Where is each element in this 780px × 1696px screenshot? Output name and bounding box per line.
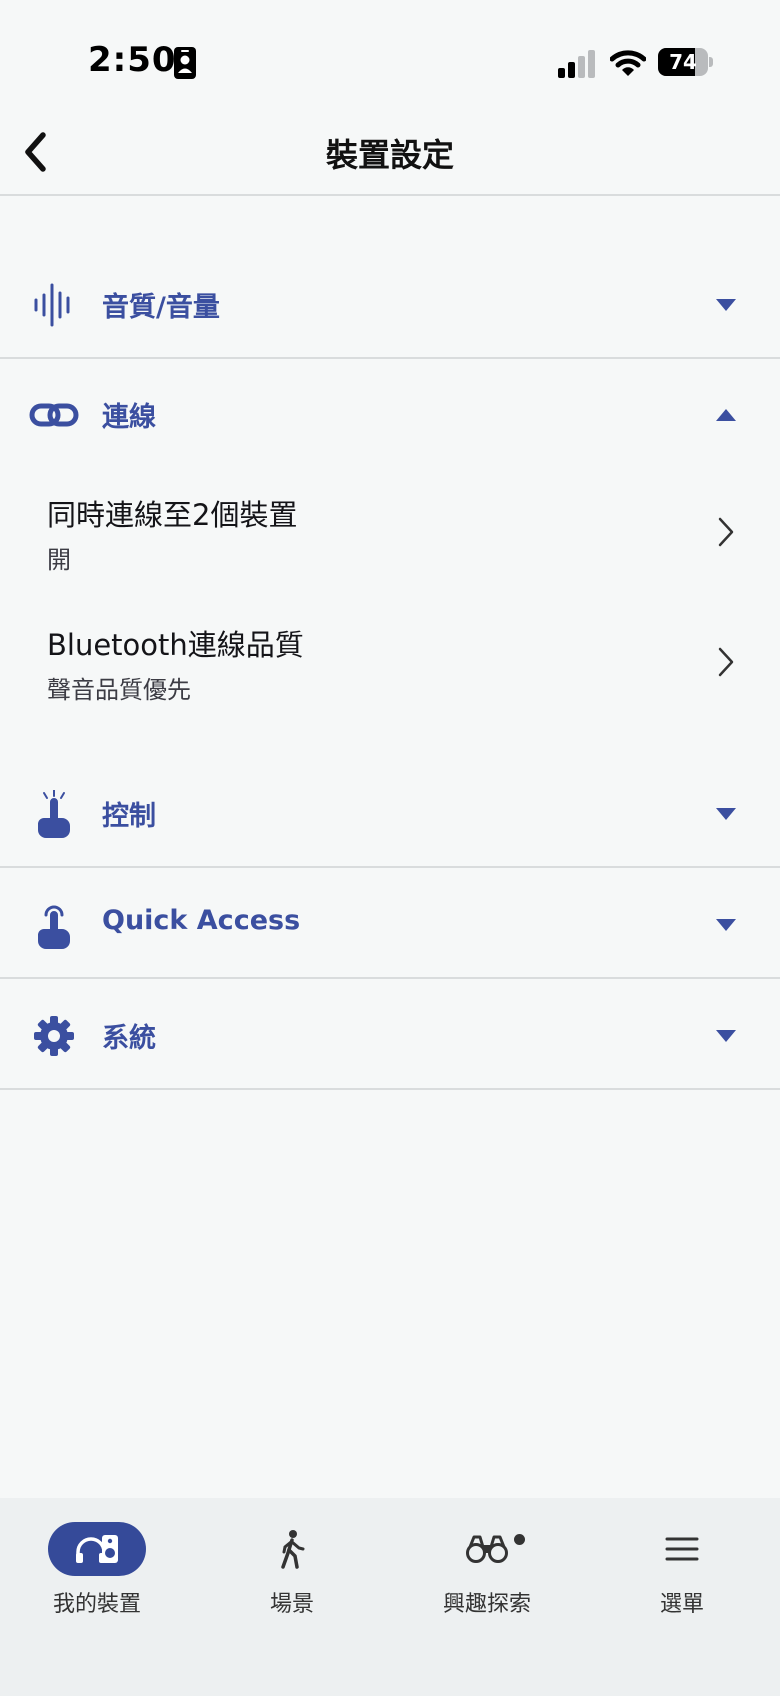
- bottom-tab-bar: 我的裝置 場景 興趣探索 選單: [0, 1498, 780, 1696]
- caret-down-icon: [716, 1030, 736, 1042]
- cellular-signal-icon: [558, 50, 595, 78]
- battery-percentage: 74: [669, 50, 697, 74]
- chevron-right-icon: [718, 647, 734, 677]
- tab-menu[interactable]: 選單: [592, 1522, 772, 1632]
- setting-item-title: Bluetooth連線品質: [47, 628, 304, 662]
- setting-item-title: 同時連線至2個裝置: [47, 498, 298, 532]
- caret-up-icon: [716, 409, 736, 421]
- tab-scenes[interactable]: 場景: [202, 1522, 382, 1632]
- wifi-icon: [610, 50, 646, 76]
- setting-item-value: 聲音品質優先: [47, 676, 191, 704]
- sound-wave-icon: [28, 281, 80, 329]
- binoculars-icon: [438, 1522, 536, 1576]
- navigation-bar: 裝置設定: [0, 110, 780, 196]
- notification-badge-dot: [514, 1534, 525, 1545]
- walking-person-icon: [243, 1522, 341, 1576]
- caret-down-icon: [716, 808, 736, 820]
- tab-label: 興趣探索: [442, 1592, 531, 1617]
- caret-down-icon: [716, 299, 736, 311]
- section-controls[interactable]: 控制: [0, 758, 780, 868]
- link-icon: [28, 391, 80, 439]
- section-label-controls: 控制: [102, 801, 156, 832]
- section-quick-access[interactable]: Quick Access: [0, 869, 780, 979]
- section-label-connection: 連線: [102, 402, 156, 433]
- chevron-right-icon: [718, 517, 734, 547]
- setting-item-value: 開: [47, 546, 71, 574]
- setting-item-bluetooth-quality[interactable]: Bluetooth連線品質 聲音品質優先: [0, 612, 780, 722]
- battery-indicator: 74: [658, 48, 713, 78]
- section-connection[interactable]: 連線: [0, 359, 780, 469]
- page-title: 裝置設定: [325, 136, 454, 174]
- touch-hold-icon: [28, 901, 80, 949]
- tab-my-device[interactable]: 我的裝置: [7, 1522, 187, 1632]
- tab-explore[interactable]: 興趣探索: [397, 1522, 577, 1632]
- tab-label: 選單: [659, 1592, 704, 1617]
- setting-item-dual-connection[interactable]: 同時連線至2個裝置 開: [0, 482, 780, 592]
- caret-down-icon: [716, 919, 736, 931]
- tab-label: 我的裝置: [52, 1592, 141, 1617]
- section-label-sound-quality: 音質/音量: [102, 292, 220, 323]
- section-system[interactable]: 系統: [0, 980, 780, 1090]
- section-label-system: 系統: [102, 1023, 156, 1054]
- status-time: 2:50: [88, 40, 177, 80]
- id-card-icon: [174, 47, 196, 79]
- tap-gesture-icon: [28, 790, 80, 838]
- device-settings-screen: 2:50 74 裝置設定 音質/音量 連線 同時連線至2個裝置 開 Blueto…: [0, 0, 780, 1696]
- menu-icon: [633, 1522, 731, 1576]
- tab-label: 場景: [269, 1592, 314, 1617]
- headphones-speaker-icon: [48, 1522, 146, 1576]
- section-label-quick-access: Quick Access: [102, 905, 301, 936]
- status-bar: 2:50 74: [0, 0, 780, 110]
- gear-icon: [28, 1012, 80, 1060]
- section-sound-quality[interactable]: 音質/音量: [0, 249, 780, 359]
